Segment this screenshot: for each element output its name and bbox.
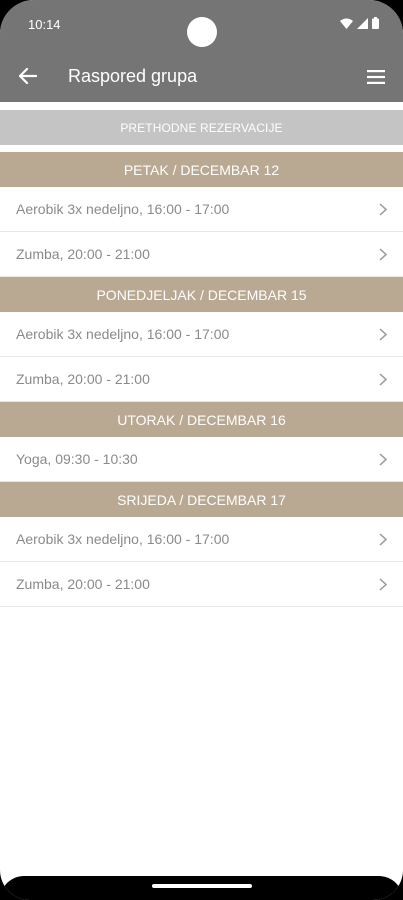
list-item[interactable]: Aerobik 3x nedeljno, 16:00 - 17:00	[0, 312, 403, 357]
list-item-label: Aerobik 3x nedeljno, 16:00 - 17:00	[16, 531, 230, 547]
list-item[interactable]: Yoga, 09:30 - 10:30	[0, 437, 403, 482]
list-item[interactable]: Aerobik 3x nedeljno, 16:00 - 17:00	[0, 187, 403, 232]
back-arrow-icon[interactable]	[14, 62, 42, 90]
wifi-icon	[340, 16, 353, 34]
chevron-right-icon	[379, 372, 389, 386]
chevron-right-icon	[379, 532, 389, 546]
camera-cutout	[187, 17, 217, 47]
top-bar: 10:14 Raspored grupa	[0, 0, 403, 102]
list-item-label: Zumba, 20:00 - 21:00	[16, 246, 150, 262]
list-item-label: Aerobik 3x nedeljno, 16:00 - 17:00	[16, 326, 230, 342]
list-item[interactable]: Zumba, 20:00 - 21:00	[0, 562, 403, 607]
list-item-label: Zumba, 20:00 - 21:00	[16, 371, 150, 387]
hamburger-menu-icon[interactable]	[363, 64, 389, 90]
chevron-right-icon	[379, 327, 389, 341]
list-item[interactable]: Zumba, 20:00 - 21:00	[0, 357, 403, 402]
home-indicator[interactable]	[152, 884, 252, 888]
status-time: 10:14	[28, 17, 61, 32]
list-item-label: Zumba, 20:00 - 21:00	[16, 576, 150, 592]
list-item[interactable]: Zumba, 20:00 - 21:00	[0, 232, 403, 277]
signal-icon	[357, 16, 368, 34]
previous-reservations-button[interactable]: PRETHODNE REZERVACIJE	[0, 110, 403, 145]
page-title: Raspored grupa	[68, 66, 198, 86]
list-item[interactable]: Aerobik 3x nedeljno, 16:00 - 17:00	[0, 517, 403, 562]
app-bar: Raspored grupa	[0, 52, 403, 102]
day-header: UTORAK / DECEMBAR 16	[0, 402, 403, 437]
day-header: PETAK / DECEMBAR 12	[0, 152, 403, 187]
status-icons	[340, 16, 379, 34]
phone-screen: 10:14 Raspored grupa PRETHODNE REZERVACI…	[0, 0, 403, 900]
schedule-list: PRETHODNE REZERVACIJE PETAK / DECEMBAR 1…	[0, 110, 403, 607]
chevron-right-icon	[379, 247, 389, 261]
battery-icon	[372, 16, 379, 34]
chevron-right-icon	[379, 202, 389, 216]
list-item-label: Yoga, 09:30 - 10:30	[16, 451, 138, 467]
day-header: PONEDJELJAK / DECEMBAR 15	[0, 277, 403, 312]
chevron-right-icon	[379, 577, 389, 591]
chevron-right-icon	[379, 452, 389, 466]
list-item-label: Aerobik 3x nedeljno, 16:00 - 17:00	[16, 201, 230, 217]
bottom-bezel	[0, 876, 403, 900]
status-bar: 10:14	[0, 0, 403, 47]
day-header: SRIJEDA / DECEMBAR 17	[0, 482, 403, 517]
